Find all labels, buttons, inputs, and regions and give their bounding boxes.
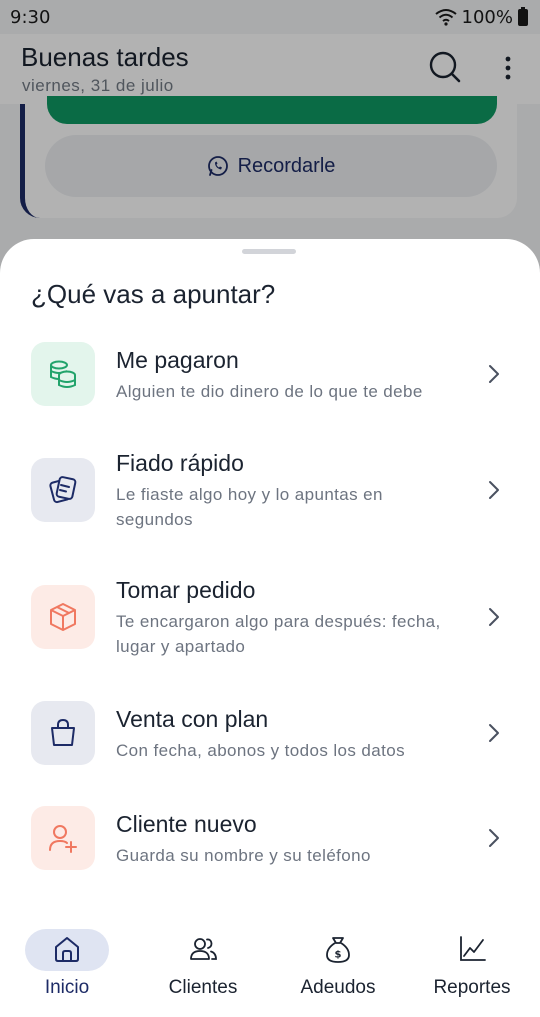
nav-label: Inicio [44, 977, 90, 998]
option-venta-con-plan[interactable]: Venta con plan Con fecha, abonos y todos… [0, 701, 540, 771]
shopping-bag-icon [51, 718, 75, 746]
option-description: Te encargaron algo para después: fecha, … [116, 612, 441, 656]
option-title: Me pagaron [116, 347, 239, 373]
chart-line-icon [460, 936, 486, 961]
option-description: Con fecha, abonos y todos los datos [116, 741, 406, 760]
option-icon-bg [31, 806, 95, 870]
sheet-title: ¿Qué vas a apuntar? [31, 279, 276, 309]
chevron-right-icon [489, 829, 499, 847]
option-description: Guarda su nombre y su teléfono [116, 846, 371, 865]
svg-text:$: $ [335, 950, 342, 961]
option-me-pagaron[interactable]: Me pagaron Alguien te dio dinero de lo q… [0, 342, 540, 412]
option-icon-bg [31, 585, 95, 649]
coins-stack-icon [50, 360, 76, 388]
chevron-right-icon [489, 365, 499, 383]
nav-item-reportes[interactable]: Reportes [412, 920, 532, 1017]
chevron-right-icon [489, 481, 499, 499]
nav-label: Reportes [433, 977, 511, 998]
chevron-right-icon [489, 724, 499, 742]
bottom-sheet: ¿Qué vas a apuntar? Me pagaron Alguien t… [0, 239, 540, 1017]
nav-item-adeudos[interactable]: $ Adeudos [278, 920, 398, 1017]
bottom-nav: Inicio Clientes $ Adeudos Reportes [0, 920, 540, 1017]
money-bag-icon: $ [326, 937, 350, 963]
option-title: Tomar pedido [116, 577, 256, 603]
option-description: Alguien te dio dinero de lo que te debe [116, 382, 423, 401]
option-cliente-nuevo[interactable]: Cliente nuevo Guarda su nombre y su telé… [0, 806, 540, 876]
users-icon [190, 938, 217, 960]
option-title: Venta con plan [116, 706, 269, 732]
home-icon [55, 937, 79, 962]
drag-handle[interactable] [242, 249, 296, 254]
nav-label: Clientes [168, 977, 238, 998]
nav-label: Adeudos [300, 977, 376, 998]
option-description: Le fiaste algo hoy y lo apuntas en segun… [116, 485, 383, 529]
note-cards-icon [49, 476, 77, 504]
option-fiado-rapido[interactable]: Fiado rápido Le fiaste algo hoy y lo apu… [0, 450, 540, 538]
option-icon-bg [31, 701, 95, 765]
option-title: Fiado rápido [116, 450, 244, 476]
chevron-right-icon [489, 608, 499, 626]
nav-item-inicio[interactable]: Inicio [7, 920, 127, 1017]
package-box-icon [50, 603, 76, 631]
option-tomar-pedido[interactable]: Tomar pedido Te encargaron algo para des… [0, 577, 540, 665]
option-icon-bg [31, 458, 95, 522]
nav-item-clientes[interactable]: Clientes [143, 920, 263, 1017]
user-plus-icon [49, 825, 77, 853]
option-title: Cliente nuevo [116, 811, 257, 837]
option-icon-bg [31, 342, 95, 406]
